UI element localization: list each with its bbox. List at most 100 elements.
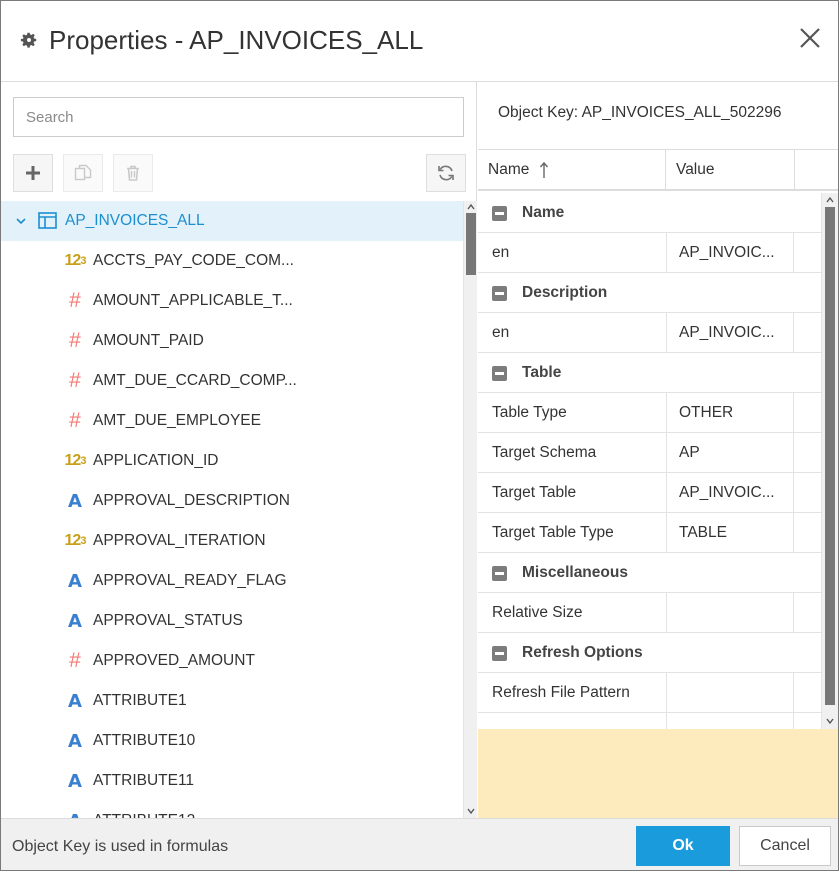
collapse-icon[interactable]: [492, 566, 507, 581]
dialog-header: Properties - AP_INVOICES_ALL: [1, 1, 838, 82]
property-grid: Name en AP_INVOIC... Description en AP_INVOIC…: [478, 193, 821, 729]
refresh-button[interactable]: [426, 154, 466, 192]
property-row[interactable]: Refresh File Pattern: [478, 673, 821, 713]
property-section-header[interactable]: Miscellaneous: [478, 553, 821, 593]
property-row[interactable]: Relative Size: [478, 593, 821, 633]
property-value[interactable]: TABLE: [666, 513, 794, 553]
integer-type-icon: 12 3: [64, 452, 87, 469]
scroll-down-arrow-icon[interactable]: [466, 806, 476, 816]
sort-ascending-icon[interactable]: [539, 161, 549, 179]
collapse-icon[interactable]: [492, 366, 507, 381]
property-section-header[interactable]: Description: [478, 273, 821, 313]
property-name: Table Type: [492, 404, 567, 421]
property-grid-scrollbar[interactable]: [821, 193, 838, 729]
add-button[interactable]: [13, 154, 53, 192]
tree-item[interactable]: 12 3 APPROVAL_ITERATION: [1, 521, 463, 561]
property-row[interactable]: Target Table Type TABLE: [478, 513, 821, 553]
property-name: Relative Size: [492, 604, 583, 621]
tree-item[interactable]: # AMOUNT_PAID: [1, 321, 463, 361]
collapse-icon[interactable]: [492, 646, 507, 661]
decimal-type-icon: #: [69, 369, 81, 392]
tree-item-label: AMOUNT_PAID: [93, 332, 204, 349]
tree-root-item[interactable]: AP_INVOICES_ALL: [1, 201, 463, 241]
property-name: Target Table: [492, 484, 577, 501]
text-type-icon: A: [64, 811, 86, 819]
tree-item-label: AMT_DUE_EMPLOYEE: [93, 412, 261, 429]
tree-item[interactable]: AATTRIBUTE12: [1, 801, 463, 819]
refresh-icon: [438, 165, 454, 181]
tree-scrollbar[interactable]: [463, 201, 477, 818]
property-grid-header: Name Value: [478, 149, 838, 191]
column-header-name[interactable]: Name: [478, 150, 666, 190]
tree-item-label: AMT_DUE_CCARD_COMP...: [93, 372, 297, 389]
ok-button[interactable]: Ok: [636, 826, 730, 866]
footer-hint: Object Key is used in formulas: [12, 838, 229, 855]
gear-icon: [20, 32, 37, 48]
property-section-header[interactable]: Refresh Options: [478, 633, 821, 673]
section-label: Table: [522, 364, 562, 381]
property-row[interactable]: Target Table AP_INVOIC...: [478, 473, 821, 513]
table-icon: [38, 212, 57, 229]
tree-item[interactable]: A APPROVAL_READY_FLAG: [1, 561, 463, 601]
scroll-down-arrow-icon[interactable]: [825, 716, 835, 726]
properties-dialog: Properties - AP_INVOICES_ALL Search AP_I…: [0, 0, 839, 871]
decimal-type-icon: #: [69, 409, 81, 432]
tree-item[interactable]: 12 3 ACCTS_PAY_CODE_COM...: [1, 241, 463, 281]
tree-item-label: ACCTS_PAY_CODE_COM...: [93, 252, 294, 269]
tree-pane: AP_INVOICES_ALL 123 ACCTS_PAY_CODE_COM...…: [1, 82, 477, 818]
section-label: Description: [522, 284, 608, 301]
trash-icon: [127, 165, 139, 181]
property-row[interactable]: Table Type OTHER: [478, 393, 821, 433]
tree-item-label: APPROVAL_READY_FLAG: [93, 572, 287, 589]
decimal-type-icon: #: [69, 649, 81, 672]
property-value[interactable]: AP_INVOIC...: [666, 313, 794, 353]
decimal-type-icon: #: [69, 329, 81, 352]
property-section-header[interactable]: Name: [478, 193, 821, 233]
property-row[interactable]: en AP_INVOIC...: [478, 313, 821, 353]
tree-item[interactable]: A ATTRIBUTE11: [1, 761, 463, 801]
tree-item-label: APPROVED_AMOUNT: [93, 652, 255, 669]
chevron-down-icon[interactable]: [15, 215, 27, 227]
copy-button[interactable]: [63, 154, 103, 192]
collapse-icon[interactable]: [492, 206, 507, 221]
property-name: Target Table Type: [492, 524, 614, 541]
tree-item[interactable]: # AMT_DUE_EMPLOYEE: [1, 401, 463, 441]
tree-scrollbar-thumb[interactable]: [466, 213, 476, 275]
tree-item[interactable]: # AMT_DUE_CCARD_COMP...: [1, 361, 463, 401]
description-panel: [478, 729, 838, 818]
tree-item[interactable]: A APPROVAL_STATUS: [1, 601, 463, 641]
property-grid-scrollbar-thumb[interactable]: [825, 207, 835, 705]
close-icon[interactable]: [797, 25, 823, 51]
property-section-header[interactable]: Table: [478, 353, 821, 393]
tree-item-label: ATTRIBUTE11: [93, 772, 195, 789]
tree-item[interactable]: # APPROVED_AMOUNT: [1, 641, 463, 681]
property-value[interactable]: [666, 673, 794, 713]
section-label: Miscellaneous: [522, 564, 628, 581]
cancel-button[interactable]: Cancel: [739, 826, 831, 866]
tree-item[interactable]: A ATTRIBUTE10: [1, 721, 463, 761]
copy-icon: [74, 164, 92, 181]
property-value[interactable]: [666, 713, 794, 729]
tree-item-label: APPROVAL_DESCRIPTION: [93, 492, 290, 509]
column-header-value[interactable]: Value: [666, 150, 795, 190]
search-input[interactable]: [13, 97, 464, 137]
property-row[interactable]: en AP_INVOIC...: [478, 233, 821, 273]
property-value[interactable]: [666, 593, 794, 633]
property-value[interactable]: AP: [666, 433, 794, 473]
text-type-icon: A: [68, 690, 82, 712]
property-value[interactable]: AP_INVOIC...: [666, 473, 794, 513]
tree-item[interactable]: # AMOUNT_APPLICABLE_T...: [1, 281, 463, 321]
collapse-icon[interactable]: [492, 286, 507, 301]
scroll-up-arrow-icon[interactable]: [825, 195, 835, 205]
property-row[interactable]: [478, 713, 821, 729]
delete-button[interactable]: [113, 154, 153, 192]
tree-item[interactable]: A APPROVAL_DESCRIPTION: [1, 481, 463, 521]
property-value[interactable]: AP_INVOIC...: [666, 233, 794, 273]
tree-item[interactable]: 12 3 APPLICATION_ID: [1, 441, 463, 481]
property-row[interactable]: Target Schema AP: [478, 433, 821, 473]
property-value[interactable]: OTHER: [666, 393, 794, 433]
scroll-up-arrow-icon[interactable]: [466, 202, 476, 212]
tree-item[interactable]: A ATTRIBUTE1: [1, 681, 463, 721]
integer-type-icon: 12 3: [64, 532, 87, 549]
property-name: en: [492, 324, 510, 341]
